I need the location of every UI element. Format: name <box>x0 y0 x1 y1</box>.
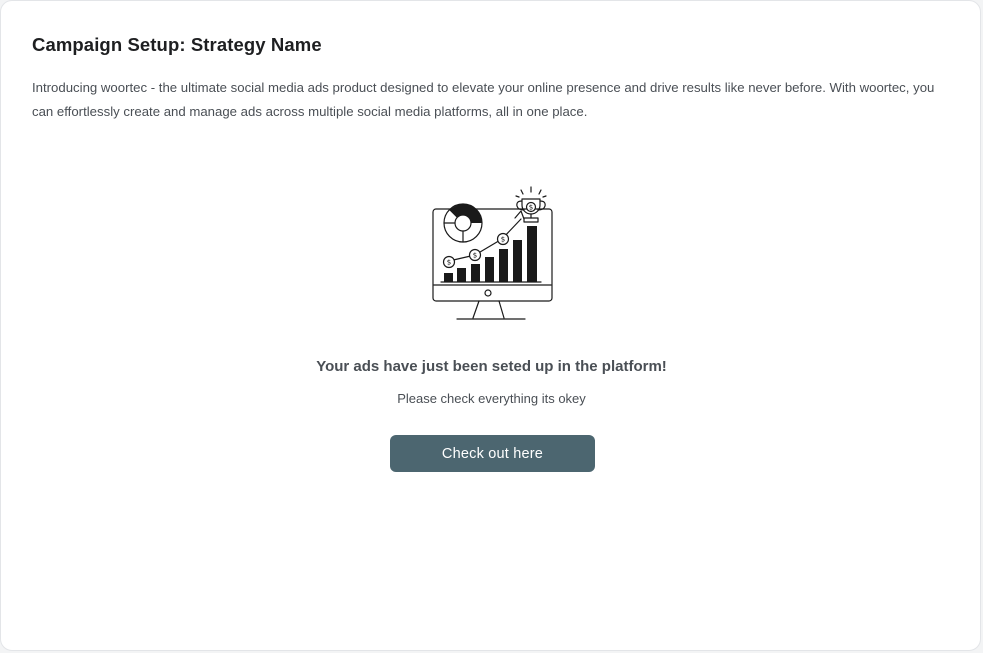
page-title: Campaign Setup: Strategy Name <box>32 34 322 55</box>
intro-text: Introducing woortec - the ultimate socia… <box>32 80 935 119</box>
svg-text:$: $ <box>529 204 533 212</box>
monitor-growth-chart-trophy-icon: $ $ $ $ <box>432 186 553 320</box>
check-out-button[interactable]: Check out here <box>390 435 595 472</box>
campaign-setup-card: Campaign Setup: Strategy Name Introducin… <box>0 0 981 651</box>
success-subtext: Please check everything its okey <box>397 391 586 406</box>
svg-text:$: $ <box>447 259 451 267</box>
success-heading: Your ads have just been seted up in the … <box>316 358 667 375</box>
svg-text:$: $ <box>473 252 477 260</box>
svg-text:$: $ <box>501 236 505 244</box>
